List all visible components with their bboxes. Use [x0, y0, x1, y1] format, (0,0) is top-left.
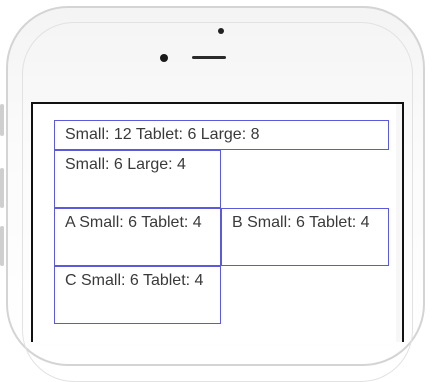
front-camera-icon	[160, 54, 168, 62]
grid-cell-b: B Small: 6 Tablet: 4	[221, 208, 389, 266]
grid-cell-a: A Small: 6 Tablet: 4	[54, 208, 221, 266]
speaker-grille	[192, 56, 226, 59]
camera-dot	[218, 28, 224, 34]
cell-label: A Small: 6 Tablet: 4	[65, 214, 202, 231]
cell-label: C Small: 6 Tablet: 4	[65, 272, 204, 289]
scrollbar-track	[396, 104, 402, 342]
cell-label: Small: 12 Tablet: 6 Large: 8	[65, 126, 260, 143]
side-button-bottom	[0, 226, 4, 266]
cell-label: B Small: 6 Tablet: 4	[232, 214, 370, 231]
grid-cell-small6-large4: Small: 6 Large: 4	[54, 150, 221, 208]
device-screen: Small: 12 Tablet: 6 Large: 8 Small: 6 La…	[31, 102, 404, 342]
grid-cell-c: C Small: 6 Tablet: 4	[54, 266, 221, 324]
cell-label: Small: 6 Large: 4	[65, 156, 186, 173]
side-button-middle	[0, 168, 4, 208]
side-button-top	[0, 104, 4, 136]
grid-cell-full-width: Small: 12 Tablet: 6 Large: 8	[54, 120, 389, 150]
